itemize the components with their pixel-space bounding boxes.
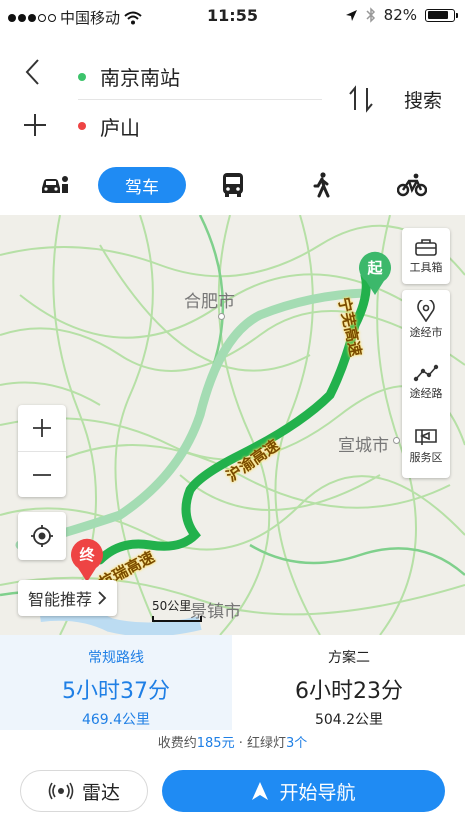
city-marker — [218, 313, 225, 320]
swap-icon[interactable] — [347, 84, 375, 114]
start-pin-label: 起 — [367, 259, 383, 277]
traffic-light-prefix: · 红绿灯 — [234, 736, 286, 751]
pin-icon — [417, 300, 435, 322]
search-button[interactable]: 搜索 — [404, 86, 442, 113]
battery-icon — [425, 8, 458, 22]
route-map[interactable]: 合肥市 宣城市 景镇市 宁芜高速 沪渝高速 杭瑞高速 起 终 — [0, 215, 465, 635]
city-label-hefei: 合肥市 — [184, 292, 235, 312]
toolbox-button[interactable]: 工具箱 — [402, 228, 450, 284]
add-waypoint-icon[interactable] — [22, 112, 48, 138]
end-pin-label: 终 — [79, 546, 95, 564]
service-area-label: 服务区 — [409, 451, 443, 464]
traffic-light-count: 3个 — [285, 736, 308, 751]
crosshair-icon — [31, 525, 53, 547]
toll-amount: 185元 — [196, 736, 235, 751]
tab-drive-label: 驾车 — [125, 177, 159, 198]
plan-title: 方案二 — [328, 650, 370, 666]
bus-icon — [223, 173, 243, 197]
plan-distance: 469.4公里 — [81, 712, 151, 728]
bluetooth-icon — [366, 7, 375, 23]
toolbox-icon — [415, 239, 437, 256]
tab-bus[interactable] — [218, 167, 248, 203]
radar-button[interactable]: 雷达 — [20, 770, 148, 812]
taxi-icon — [42, 176, 68, 193]
plan-title: 常规路线 — [88, 650, 144, 666]
zoom-in-button[interactable] — [18, 405, 66, 451]
smart-recommend-button[interactable]: 智能推荐 — [18, 580, 118, 616]
start-navigation-button[interactable]: 开始导航 — [162, 770, 445, 812]
via-city-label: 途经市 — [409, 326, 443, 339]
chevron-right-icon — [98, 591, 107, 605]
smart-recommend-label: 智能推荐 — [28, 590, 93, 609]
city-marker — [393, 437, 400, 444]
via-city-button[interactable]: 途经市 — [402, 292, 450, 348]
start-location-text: 南京南站 — [100, 66, 180, 90]
zoom-controls — [18, 405, 66, 497]
plan-option-1[interactable]: 常规路线 5小时37分 469.4公里 — [0, 635, 232, 730]
radar-label: 雷达 — [81, 781, 120, 804]
travel-mode-tabs: 驾车 — [0, 163, 465, 209]
via-road-button[interactable]: 途经路 — [402, 354, 450, 410]
start-location-field[interactable]: 南京南站 — [78, 54, 322, 100]
toolbox-label: 工具箱 — [409, 261, 443, 274]
locate-button[interactable] — [18, 512, 66, 560]
toll-prefix: 收费约 — [157, 736, 197, 751]
tab-taxi[interactable] — [38, 167, 72, 203]
city-label-xuancheng: 宣城市 — [338, 436, 389, 456]
tool-group-route: 途经市 途经路 服务区 — [402, 290, 450, 478]
start-navigation-label: 开始导航 — [279, 781, 356, 804]
battery-percent: 82% — [383, 6, 417, 24]
plan-distance: 504.2公里 — [314, 712, 384, 728]
via-road-label: 途经路 — [409, 387, 443, 400]
start-pin[interactable]: 起 — [356, 251, 394, 295]
tab-bike[interactable] — [396, 167, 428, 203]
navigation-arrow-icon — [252, 782, 269, 800]
map-scale-label: 50公里 — [152, 599, 192, 613]
radar-icon — [48, 782, 74, 800]
flag-icon — [415, 429, 437, 445]
tab-walk[interactable] — [308, 167, 334, 203]
map-scale-bar — [152, 616, 202, 622]
tab-drive[interactable]: 驾车 — [98, 167, 186, 203]
zoom-out-button[interactable] — [18, 451, 66, 497]
walk-icon — [313, 172, 330, 198]
start-dot-icon — [78, 72, 86, 81]
toll-info: 收费约185元 · 红绿灯3个 — [0, 732, 465, 751]
end-location-field[interactable]: 庐山 — [78, 108, 140, 144]
route-icon — [413, 364, 439, 382]
zoom-out-icon — [33, 473, 51, 476]
end-location-text: 庐山 — [100, 115, 140, 140]
plan-option-2[interactable]: 方案二 6小时23分 504.2公里 — [233, 635, 465, 730]
tool-group-toolbox: 工具箱 — [402, 228, 450, 284]
location-arrow-icon — [345, 9, 357, 21]
route-plans: 常规路线 5小时37分 469.4公里 方案二 6小时23分 504.2公里 — [0, 635, 465, 730]
bike-icon — [397, 173, 427, 197]
zoom-in-icon — [33, 419, 51, 437]
plan-duration: 5小时37分 — [62, 679, 170, 704]
service-area-button[interactable]: 服务区 — [402, 418, 450, 474]
status-bar: 中国移动 11:55 82% — [0, 0, 465, 34]
map-scale: 50公里 — [152, 597, 202, 622]
end-pin[interactable]: 终 — [68, 538, 106, 582]
back-arrow-icon[interactable] — [22, 57, 44, 87]
end-dot-icon — [78, 122, 86, 130]
plan-duration: 6小时23分 — [295, 679, 403, 704]
